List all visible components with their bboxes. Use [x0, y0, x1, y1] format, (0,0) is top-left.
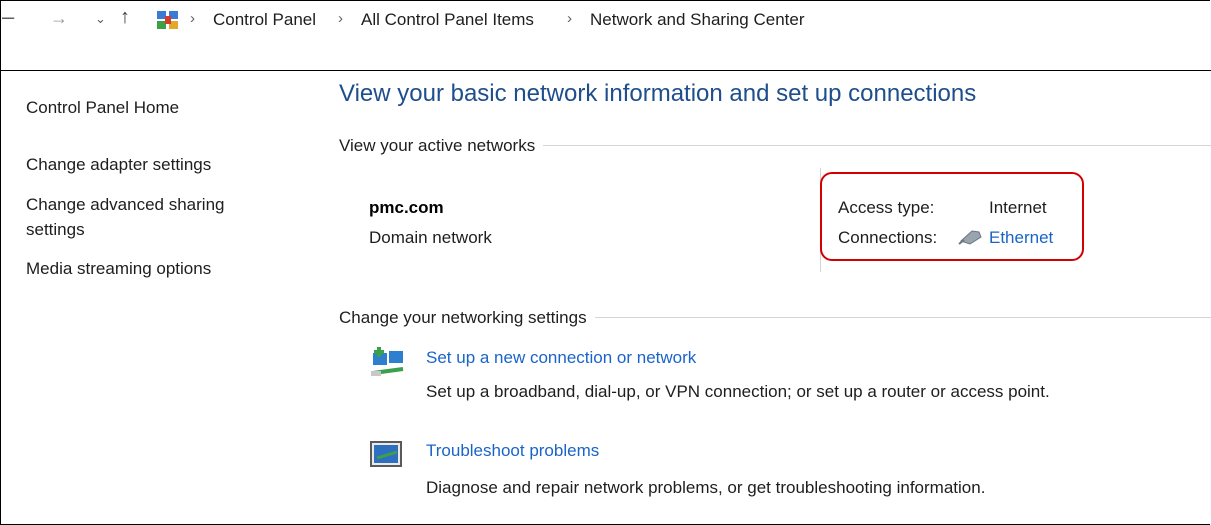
sidebar-item-control-panel-home[interactable]: Control Panel Home — [26, 95, 179, 120]
section-active-networks: View your active networks — [339, 136, 544, 156]
access-type-value: Internet — [989, 198, 1047, 217]
setup-connection-link[interactable]: Set up a new connection or network — [426, 348, 696, 368]
back-arrow-icon[interactable]: ‒ — [2, 4, 14, 30]
network-name: pmc.com — [369, 198, 444, 217]
ethernet-icon — [958, 230, 982, 245]
breadcrumb-separator-icon: › — [190, 10, 195, 27]
breadcrumb-separator-icon: › — [567, 10, 572, 27]
network-type: Domain network — [369, 228, 492, 247]
breadcrumb-separator-icon: › — [338, 10, 343, 27]
forward-arrow-icon[interactable]: → — [50, 8, 68, 29]
sidebar-item-advanced-sharing[interactable]: Change advanced sharing settings — [26, 192, 266, 242]
sidebar-item-media-streaming[interactable]: Media streaming options — [26, 256, 211, 281]
address-bar: ‒ → ⌄ ↑ › Control Panel › All Control Pa… — [0, 0, 1211, 38]
new-connection-icon[interactable] — [369, 345, 409, 381]
breadcrumb-network-center[interactable]: Network and Sharing Center — [590, 10, 805, 30]
up-arrow-icon[interactable]: ↑ — [120, 6, 130, 29]
access-type-label: Access type: — [838, 198, 935, 217]
address-bar-divider — [0, 70, 1211, 71]
troubleshoot-icon[interactable] — [369, 440, 405, 470]
chevron-down-icon[interactable]: ⌄ — [95, 11, 106, 27]
ethernet-link[interactable]: Ethernet — [989, 228, 1053, 248]
troubleshoot-link[interactable]: Troubleshoot problems — [426, 441, 599, 461]
breadcrumb-control-panel[interactable]: Control Panel — [213, 10, 316, 30]
page-title: View your basic network information and … — [339, 80, 977, 107]
troubleshoot-description: Diagnose and repair network problems, or… — [426, 478, 986, 497]
setup-connection-description: Set up a broadband, dial-up, or VPN conn… — [426, 382, 1050, 401]
section-networking-settings: Change your networking settings — [339, 308, 595, 328]
control-panel-icon — [157, 11, 178, 29]
sidebar-item-adapter-settings[interactable]: Change adapter settings — [26, 152, 211, 177]
connections-label: Connections: — [838, 228, 938, 247]
breadcrumb-all-items[interactable]: All Control Panel Items — [361, 10, 534, 30]
